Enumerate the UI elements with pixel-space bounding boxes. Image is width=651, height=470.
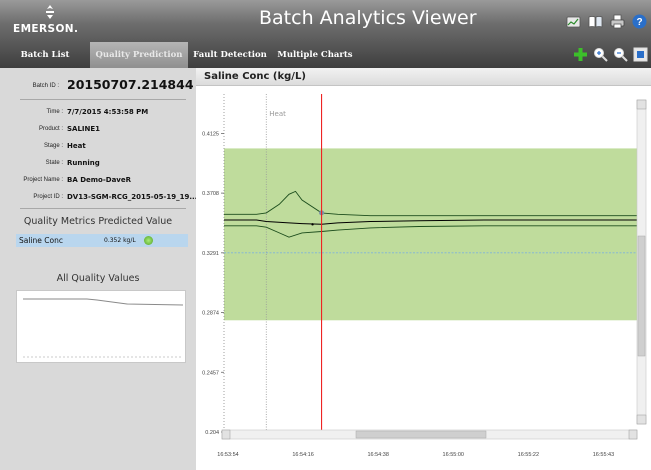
zoom-out-icon[interactable]	[613, 47, 628, 62]
emerson-logo: EMERSON.	[13, 5, 93, 39]
y-tick-label: 0.3708	[202, 191, 219, 197]
status-ok-icon	[144, 236, 153, 245]
scroll-up-button[interactable]	[636, 99, 647, 110]
emerson-logo-icon	[46, 5, 54, 19]
all-quality-sparkline	[23, 298, 184, 358]
batch-id-row: Batch ID : 20150707.214844	[0, 76, 196, 96]
help-icon[interactable]: ?	[632, 14, 647, 29]
scroll-right-button[interactable]	[628, 429, 638, 440]
chart-title: Saline Conc (kg/L)	[204, 71, 306, 82]
app-header: EMERSON. Batch Analytics Viewer ?	[0, 0, 651, 42]
scroll-down-button[interactable]	[636, 414, 647, 425]
y-tick-label: 0.204	[205, 430, 219, 436]
zoom-in-icon[interactable]	[593, 47, 608, 62]
acceptable-range-band	[224, 148, 637, 321]
property-label: State :	[45, 160, 63, 166]
divider	[20, 99, 186, 100]
x-tick-label: 16:55:43	[593, 452, 614, 458]
y-tick-label: 0.2874	[202, 311, 219, 317]
batch-id-value: 20150707.214844	[67, 77, 194, 92]
property-label: Product :	[38, 126, 63, 132]
all-quality-values-title: All Quality Values	[56, 273, 140, 284]
vertical-scroll-thumb[interactable]	[637, 235, 646, 357]
book-icon[interactable]	[588, 14, 603, 29]
prediction-chart[interactable]: 0.204 0.2457 0.2874 0.3291 0.3708 0.4125 Heat 1…	[196, 86, 651, 470]
property-value: Running	[67, 159, 100, 167]
metric-row-saline-conc[interactable]: Saline Conc 0.352 kg/L	[16, 234, 188, 247]
prediction-chart-panel: Saline Conc (kg/L) 0.204 0.2457 0.2874 0.32…	[196, 68, 651, 470]
property-value: SALINE1	[67, 125, 101, 133]
horizontal-scroll-thumb[interactable]	[355, 430, 487, 439]
scroll-left-button[interactable]	[221, 429, 231, 440]
property-state: State : Running	[0, 159, 196, 171]
property-stage: Stage : Heat	[0, 142, 196, 154]
property-product: Product : SALINE1	[0, 125, 196, 137]
y-tick-label: 0.2457	[202, 370, 219, 376]
property-value: 7/7/2015 4:53:58 PM	[67, 108, 149, 116]
metric-name: Saline Conc	[19, 236, 63, 245]
stage-marker-label: Heat	[269, 110, 286, 118]
property-time: Time : 7/7/2015 4:53:58 PM	[0, 108, 196, 120]
svg-text:?: ?	[636, 17, 642, 28]
tab-fault-detection[interactable]: Fault Detection	[188, 42, 272, 68]
fit-window-icon[interactable]	[633, 47, 648, 62]
x-tick-label: 16:54:16	[292, 452, 313, 458]
x-tick-label: 16:55:00	[443, 452, 464, 458]
chart-title-bar: Saline Conc (kg/L)	[196, 68, 651, 86]
add-icon[interactable]	[573, 47, 588, 62]
property-label: Project Name :	[23, 177, 63, 183]
x-tick-label: 16:53:54	[217, 452, 238, 458]
trend-view-icon[interactable]	[566, 14, 581, 29]
prediction-point	[311, 223, 314, 226]
tab-quality-prediction[interactable]: Quality Prediction	[90, 42, 188, 68]
x-tick-label: 16:55:22	[518, 452, 539, 458]
property-label: Project ID :	[33, 194, 63, 200]
metric-value: 0.352 kg/L	[104, 237, 136, 244]
app-title: Batch Analytics Viewer	[259, 7, 477, 29]
logo-text: EMERSON.	[13, 23, 79, 35]
y-tick-label: 0.3291	[202, 251, 219, 257]
property-project-id: Project ID : DV13-SGM-RCG_2015-05-19_19.…	[0, 193, 198, 205]
property-label: Stage :	[43, 143, 63, 149]
y-tick-label: 0.4125	[202, 131, 219, 137]
property-value: BA Demo-DaveR	[67, 176, 131, 184]
divider	[20, 208, 186, 209]
property-value: DV13-SGM-RCG_2015-05-19_19...	[67, 193, 198, 201]
batch-details-panel: Batch ID : 20150707.214844 Time : 7/7/20…	[0, 68, 198, 470]
tab-multiple-charts[interactable]: Multiple Charts	[272, 42, 358, 68]
tab-batch-list[interactable]: Batch List	[0, 42, 90, 68]
x-tick-label: 16:54:38	[367, 452, 388, 458]
print-icon[interactable]	[610, 14, 625, 29]
quality-metrics-title: Quality Metrics Predicted Value	[23, 216, 173, 227]
property-value: Heat	[67, 142, 86, 150]
all-quality-values-chart[interactable]	[16, 290, 186, 363]
main-tab-bar: Batch List Quality Prediction Fault Dete…	[0, 42, 651, 68]
batch-id-label: Batch ID :	[32, 83, 59, 89]
property-project-name: Project Name : BA Demo-DaveR	[0, 176, 196, 188]
property-label: Time :	[46, 109, 63, 115]
